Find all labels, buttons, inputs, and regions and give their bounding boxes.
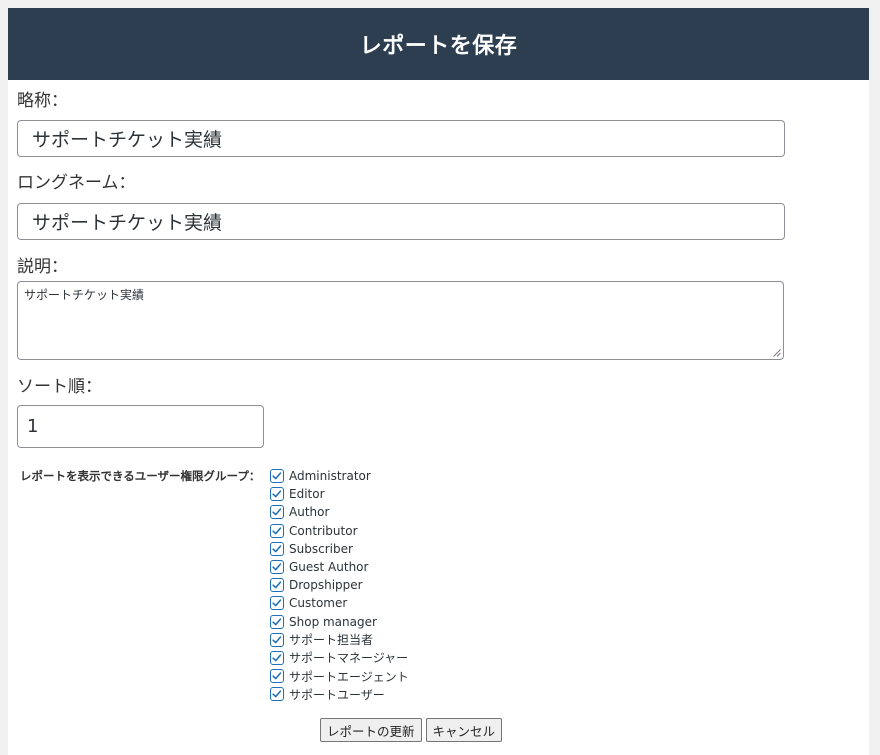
group-checkbox[interactable] bbox=[270, 505, 284, 520]
report-form: 略称： ロングネーム： 説明： サポートチケット実績 ソート順： レポートを表示… bbox=[8, 80, 869, 702]
sort-order-input[interactable] bbox=[17, 405, 264, 448]
group-checkbox[interactable] bbox=[270, 687, 284, 702]
group-label: サポート担当者 bbox=[289, 633, 374, 648]
group-label: サポートマネージャー bbox=[289, 651, 409, 666]
sort-order-label: ソート順： bbox=[17, 377, 102, 397]
dialog-header: レポートを保存 bbox=[8, 8, 869, 80]
description-textarea[interactable]: サポートチケット実績 bbox=[17, 281, 784, 360]
group-item[interactable]: Subscriber bbox=[270, 540, 409, 558]
group-checkbox[interactable] bbox=[270, 632, 284, 647]
group-label: Administrator bbox=[289, 469, 371, 484]
group-label: Dropshipper bbox=[289, 578, 363, 593]
group-checkbox[interactable] bbox=[270, 614, 284, 629]
save-report-dialog: レポートを保存 略称： ロングネーム： 説明： サポートチケット実績 ソート順：… bbox=[8, 8, 869, 755]
button-bar: レポートの更新 キャンセル bbox=[320, 718, 503, 742]
group-checkbox[interactable] bbox=[270, 541, 284, 556]
group-checkbox[interactable] bbox=[270, 596, 284, 611]
group-item[interactable]: Guest Author bbox=[270, 558, 409, 576]
group-label: Subscriber bbox=[289, 541, 353, 556]
group-item[interactable]: Administrator bbox=[270, 467, 409, 485]
checkmark-icon bbox=[272, 654, 282, 662]
group-checkbox[interactable] bbox=[270, 669, 284, 684]
description-label: 説明： bbox=[17, 257, 68, 277]
group-item[interactable]: サポート担当者 bbox=[270, 631, 409, 649]
checkmark-icon bbox=[272, 472, 282, 480]
checkmark-icon bbox=[272, 563, 282, 571]
long-name-label: ロングネーム： bbox=[17, 173, 136, 193]
short-name-label: 略称： bbox=[17, 91, 68, 111]
group-checkbox[interactable] bbox=[270, 523, 284, 538]
checkmark-icon bbox=[272, 617, 282, 625]
group-checkbox[interactable] bbox=[270, 578, 284, 593]
group-checkbox[interactable] bbox=[270, 487, 284, 502]
group-item[interactable]: Shop manager bbox=[270, 613, 409, 631]
checkmark-icon bbox=[272, 672, 282, 680]
checkmark-icon bbox=[272, 636, 282, 644]
group-checkbox[interactable] bbox=[270, 650, 284, 665]
resize-grip-icon[interactable] bbox=[773, 349, 781, 357]
group-label: Shop manager bbox=[289, 614, 377, 629]
user-groups-list: Administrator Editor Author Contributor Subs… bbox=[270, 467, 409, 703]
update-report-button[interactable]: レポートの更新 bbox=[320, 718, 422, 742]
group-item[interactable]: Editor bbox=[270, 485, 409, 503]
checkmark-icon bbox=[272, 690, 282, 698]
group-label: Editor bbox=[289, 487, 325, 502]
group-item[interactable]: Author bbox=[270, 503, 409, 521]
group-label: Contributor bbox=[289, 523, 358, 538]
user-groups-label: レポートを表示できるユーザー権限グループ： bbox=[20, 469, 261, 483]
group-item[interactable]: Dropshipper bbox=[270, 576, 409, 594]
group-item[interactable]: サポートマネージャー bbox=[270, 649, 409, 667]
long-name-input[interactable] bbox=[17, 203, 785, 240]
group-label: Customer bbox=[289, 596, 348, 611]
checkmark-icon bbox=[272, 526, 282, 534]
group-label: サポートエージェント bbox=[289, 669, 409, 684]
checkmark-icon bbox=[272, 490, 282, 498]
checkmark-icon bbox=[272, 599, 282, 607]
group-item[interactable]: Customer bbox=[270, 594, 409, 612]
checkmark-icon bbox=[272, 508, 282, 516]
short-name-input[interactable] bbox=[17, 120, 785, 157]
group-label: Guest Author bbox=[289, 560, 369, 575]
group-item[interactable]: Contributor bbox=[270, 522, 409, 540]
group-checkbox[interactable] bbox=[270, 560, 284, 575]
dialog-title: レポートを保存 bbox=[359, 34, 518, 59]
group-label: サポートユーザー bbox=[289, 687, 385, 702]
checkmark-icon bbox=[272, 581, 282, 589]
group-checkbox[interactable] bbox=[270, 469, 284, 484]
group-item[interactable]: サポートユーザー bbox=[270, 685, 409, 703]
checkmark-icon bbox=[272, 545, 282, 553]
cancel-button[interactable]: キャンセル bbox=[425, 718, 503, 742]
group-item[interactable]: サポートエージェント bbox=[270, 667, 409, 685]
group-label: Author bbox=[289, 505, 330, 520]
